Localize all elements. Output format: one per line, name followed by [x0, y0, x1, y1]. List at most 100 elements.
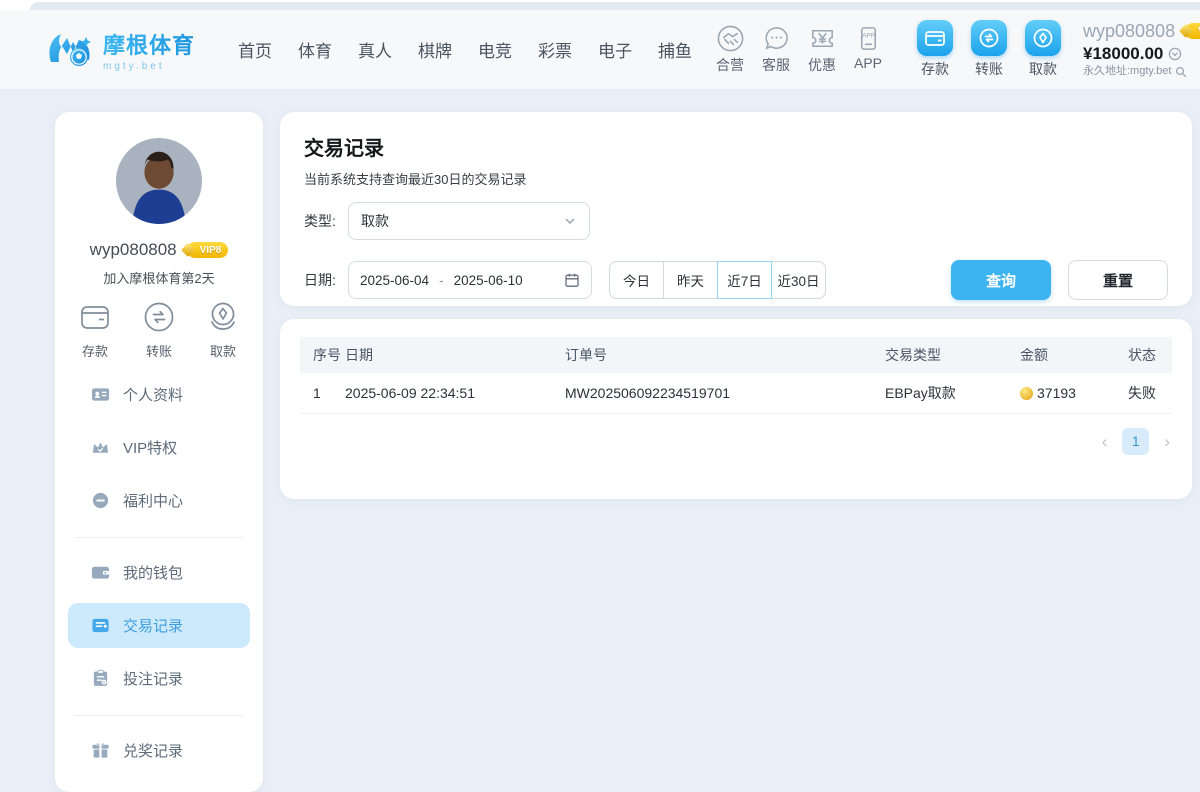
- col-order-no: 订单号: [565, 337, 885, 373]
- withdraw-icon: [204, 298, 242, 336]
- brand-text: 摩根体育 mgty.bet: [103, 28, 195, 72]
- brand-logo[interactable]: 摩根体育 mgty.bet: [45, 24, 213, 76]
- range-yesterday-button[interactable]: 昨天: [663, 261, 718, 299]
- partner-button[interactable]: 合营: [709, 24, 751, 75]
- username: wyp080808: [1083, 21, 1175, 42]
- type-filter-row: 类型: 取款: [304, 202, 1168, 240]
- nav-item-sports[interactable]: 体育: [285, 29, 345, 70]
- quick-transfer-button[interactable]: 转账: [140, 298, 178, 360]
- date-range-picker[interactable]: 2025-06-04 - 2025-06-10: [348, 261, 592, 299]
- sidebar-item-label: 兑奖记录: [123, 740, 183, 761]
- col-amount: 金额: [1020, 337, 1128, 373]
- range-7days-button[interactable]: 近7日: [717, 261, 772, 299]
- permanent-address: 永久地址:mgty.bet: [1083, 65, 1171, 78]
- user-name-row: wyp080808 VIP8: [1083, 21, 1200, 42]
- avatar-image: [116, 138, 202, 224]
- promo-yen-icon: [808, 24, 837, 53]
- transfer-arrows-icon: [140, 298, 178, 336]
- browser-top-strip: [0, 0, 1200, 10]
- sidebar-item-label: 福利中心: [123, 490, 183, 511]
- brand-name: 摩根体育: [103, 28, 195, 60]
- withdraw-label: 取款: [1029, 59, 1057, 79]
- sidebar-item-welfare[interactable]: 福利中心: [68, 484, 250, 517]
- join-note: 加入摩根体育第2天: [55, 268, 263, 286]
- header-blue-tools: 存款 转账 取款: [905, 20, 1067, 79]
- range-today-button[interactable]: 今日: [609, 261, 664, 299]
- id-card-icon: [91, 385, 110, 404]
- deposit-wallet-icon: [76, 298, 114, 336]
- date-label: 日期:: [304, 270, 348, 290]
- prev-page-arrow[interactable]: ‹: [1102, 433, 1108, 450]
- deposit-label: 存款: [921, 59, 949, 79]
- col-index: 序号: [300, 337, 345, 373]
- promo-button[interactable]: 优惠: [801, 24, 843, 75]
- partner-label: 合营: [716, 55, 744, 75]
- site-header: 摩根体育 mgty.bet 首页 体育 真人 棋牌 电竞 彩票 电子 捕鱼 合营: [0, 10, 1200, 90]
- transfer-button[interactable]: 转账: [965, 20, 1013, 79]
- quick-withdraw-label: 取款: [210, 341, 236, 360]
- page-title: 交易记录: [304, 132, 1168, 161]
- quick-withdraw-button[interactable]: 取款: [204, 298, 242, 360]
- sidebar-item-label: 投注记录: [123, 668, 183, 689]
- sidebar-item-bets[interactable]: B 投注记录: [68, 662, 250, 695]
- table-row: 1 2025-06-09 22:34:51 MW2025060922345197…: [300, 373, 1172, 413]
- nav-item-lottery[interactable]: 彩票: [525, 29, 585, 70]
- gold-coin-icon: [1020, 387, 1033, 400]
- nav-item-live[interactable]: 真人: [345, 29, 405, 70]
- sidebar-item-profile[interactable]: 个人资料: [68, 378, 250, 411]
- cell-index: 1: [300, 373, 345, 413]
- nav-item-home[interactable]: 首页: [225, 29, 285, 70]
- records-card: 序号 日期 订单号 交易类型 金额 状态 1 2025-06-09 22:34:…: [280, 319, 1192, 499]
- username: wyp080808: [90, 240, 177, 260]
- sidebar-menu: 个人资料 VIP特权 福利中心 我的钱包: [55, 378, 263, 767]
- app-label: APP: [854, 55, 882, 71]
- col-type: 交易类型: [885, 337, 1020, 373]
- nav-item-esports[interactable]: 电竞: [465, 29, 525, 70]
- app-button[interactable]: APP APP: [847, 24, 889, 75]
- type-select[interactable]: 取款: [348, 202, 590, 240]
- nav-item-slots[interactable]: 电子: [585, 29, 645, 70]
- transfer-arrows-icon: [971, 20, 1007, 56]
- sidebar: wyp080808 VIP8 加入摩根体育第2天 存款 转账 取款: [55, 112, 263, 792]
- next-page-arrow[interactable]: ›: [1164, 433, 1170, 450]
- col-status: 状态: [1128, 337, 1172, 373]
- transaction-record-icon: [91, 616, 110, 635]
- query-button[interactable]: 查询: [951, 260, 1051, 300]
- withdraw-button[interactable]: 取款: [1019, 20, 1067, 79]
- magnifier-icon[interactable]: [1175, 66, 1187, 78]
- table-header-row: 序号 日期 订单号 交易类型 金额 状态: [300, 337, 1172, 373]
- pagination: ‹ 1 ›: [300, 428, 1172, 455]
- promo-label: 优惠: [808, 55, 836, 75]
- support-label: 客服: [762, 55, 790, 75]
- main-content: 交易记录 当前系统支持查询最近30日的交易记录 类型: 取款 日期: 2025-…: [280, 112, 1192, 499]
- reset-button[interactable]: 重置: [1068, 260, 1168, 300]
- header-gray-tools: 合营 客服 优惠 APP APP: [705, 24, 889, 75]
- nav-item-fishing[interactable]: 捕鱼: [645, 29, 705, 70]
- nav-item-cards[interactable]: 棋牌: [405, 29, 465, 70]
- balance-row: ¥18000.00: [1083, 44, 1200, 64]
- cell-amount: 37193: [1020, 373, 1128, 413]
- address-row: 永久地址:mgty.bet: [1083, 65, 1200, 78]
- records-table: 序号 日期 订单号 交易类型 金额 状态 1 2025-06-09 22:34:…: [300, 337, 1172, 414]
- page-number[interactable]: 1: [1122, 428, 1149, 455]
- deposit-button[interactable]: 存款: [911, 20, 959, 79]
- sidebar-item-prizes[interactable]: 兑奖记录: [68, 734, 250, 767]
- brand-domain: mgty.bet: [103, 61, 195, 72]
- sidebar-item-label: 我的钱包: [123, 562, 183, 583]
- range-30days-button[interactable]: 近30日: [771, 261, 826, 299]
- quick-range-group: 今日 昨天 近7日 近30日: [609, 261, 826, 299]
- col-date: 日期: [345, 337, 565, 373]
- user-summary: wyp080808 VIP8 ¥18000.00 永久地址:mgty.bet: [1083, 21, 1200, 78]
- filter-card: 交易记录 当前系统支持查询最近30日的交易记录 类型: 取款 日期: 2025-…: [280, 112, 1192, 306]
- sidebar-item-wallet[interactable]: 我的钱包: [68, 556, 250, 589]
- date-to: 2025-06-10: [454, 273, 523, 288]
- sidebar-avatar[interactable]: [116, 138, 202, 224]
- refresh-balance-icon[interactable]: [1168, 47, 1182, 61]
- support-button[interactable]: 客服: [755, 24, 797, 75]
- sidebar-item-vip[interactable]: VIP特权: [68, 431, 250, 464]
- sidebar-item-transactions[interactable]: 交易记录: [68, 603, 250, 648]
- prize-record-icon: [91, 741, 110, 760]
- menu-divider: [74, 537, 244, 538]
- cell-type: EBPay取款: [885, 373, 1020, 413]
- quick-deposit-button[interactable]: 存款: [76, 298, 114, 360]
